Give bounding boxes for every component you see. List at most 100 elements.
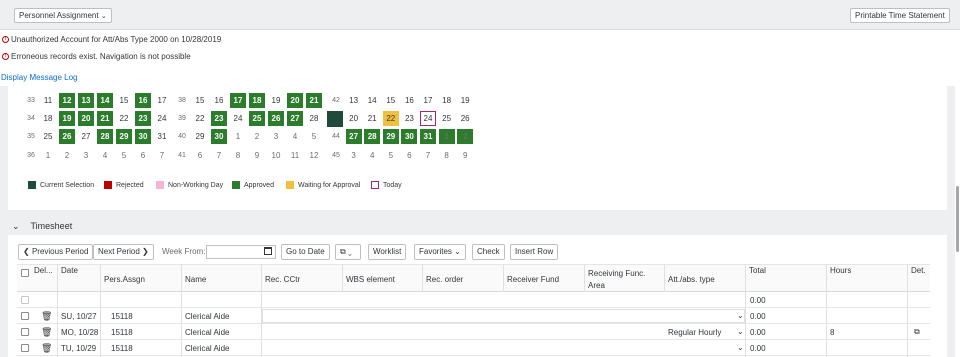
table-row[interactable]: 🗑 SU, 10/27 15118 Clerical Aide ⌄ 0.00 — [17, 308, 930, 324]
table-row[interactable]: 🗑 MO, 10/28 15118 Clerical Aide Regular … — [17, 324, 930, 340]
display-message-log-link[interactable]: Display Message Log — [1, 73, 77, 82]
row-att-type[interactable]: Regular Hourly — [668, 328, 721, 337]
calendar-day[interactable]: 15 — [383, 93, 399, 108]
calendar-day[interactable]: 1 — [40, 148, 56, 163]
calendar-day[interactable]: 30 — [211, 129, 227, 144]
previous-period-button[interactable]: ❮ Previous Period — [18, 244, 94, 260]
calendar-day[interactable]: 6 — [401, 148, 417, 163]
col-name[interactable]: Name — [185, 275, 206, 284]
calendar-day[interactable]: 3 — [346, 148, 362, 163]
calendar-day[interactable]: 14 — [364, 93, 380, 108]
calendar-day[interactable]: 22 — [116, 111, 132, 126]
calendar-icon[interactable] — [264, 247, 272, 255]
chevron-down-icon[interactable]: ⌄ — [737, 327, 744, 336]
calendar-day[interactable]: 4 — [97, 148, 113, 163]
calendar-day[interactable]: 2 — [59, 148, 75, 163]
favorites-button[interactable]: Favorites ⌄ — [414, 244, 466, 260]
col-rfa-line1[interactable]: Receiving Func. — [588, 269, 645, 278]
chevron-down-icon[interactable]: ⌄ — [12, 218, 22, 234]
calendar-day[interactable]: 6 — [135, 148, 151, 163]
calendar-day[interactable]: 27 — [287, 111, 303, 126]
calendar-day[interactable]: 11 — [40, 93, 56, 108]
detail-icon[interactable]: ⧉ — [914, 327, 920, 337]
calendar-day[interactable]: 18 — [40, 111, 56, 126]
calendar-day[interactable]: 30 — [401, 129, 418, 144]
calendar-day[interactable] — [327, 148, 343, 163]
col-receiver-fund[interactable]: Receiver Fund — [507, 275, 559, 284]
calendar-day[interactable] — [327, 129, 343, 144]
calendar-day[interactable]: 26 — [268, 111, 284, 126]
calendar-day[interactable]: 18 — [249, 93, 265, 108]
row-checkbox[interactable] — [21, 312, 29, 320]
calendar-day[interactable]: 24 — [420, 111, 436, 126]
calendar-day[interactable]: 17 — [230, 93, 246, 108]
col-hours[interactable]: Hours — [830, 266, 851, 275]
calendar-day[interactable]: 18 — [439, 93, 455, 108]
row-checkbox[interactable] — [21, 328, 29, 336]
calendar-day[interactable]: 13 — [346, 93, 362, 108]
calendar-day[interactable]: 24 — [154, 111, 170, 126]
col-pers-assgn[interactable]: Pers.Assgn — [104, 275, 145, 284]
col-rec-cctr[interactable]: Rec. CCtr — [265, 275, 300, 284]
trash-icon[interactable]: 🗑 — [41, 327, 52, 338]
calendar-day[interactable]: 5 — [116, 148, 132, 163]
calendar-day[interactable]: 16 — [401, 93, 417, 108]
calendar-day[interactable]: 27 — [78, 129, 94, 144]
calendar-day[interactable]: 22 — [192, 111, 208, 126]
calendar-day[interactable]: 15 — [116, 93, 132, 108]
calendar-day[interactable]: 2 — [249, 129, 265, 144]
calendar-day[interactable]: 6 — [192, 148, 208, 163]
calendar-day[interactable]: 17 — [420, 93, 436, 108]
select-all-checkbox[interactable] — [21, 269, 29, 277]
calendar-day[interactable]: 7 — [154, 148, 170, 163]
calendar-day[interactable]: 19 — [457, 93, 473, 108]
col-date[interactable]: Date — [61, 266, 78, 275]
timesheet-header[interactable]: ⌄ Timesheet — [8, 218, 947, 234]
calendar-day[interactable]: 7 — [211, 148, 227, 163]
calendar-day[interactable]: 31 — [154, 129, 170, 144]
calendar-day[interactable]: 31 — [420, 129, 436, 144]
calendar-day[interactable]: 29 — [116, 129, 132, 144]
col-wbs[interactable]: WBS element — [346, 275, 395, 284]
calendar-day[interactable]: 28 — [97, 129, 113, 144]
calendar-day[interactable]: 9 — [249, 148, 265, 163]
calendar-day[interactable]: 20 — [78, 111, 94, 126]
calendar-day[interactable]: 28 — [364, 129, 381, 144]
calendar-day[interactable]: 16 — [211, 93, 227, 108]
calendar-day[interactable]: 26 — [457, 111, 473, 126]
trash-icon[interactable]: 🗑 — [41, 343, 52, 354]
calendar-day[interactable]: 25 — [40, 129, 56, 144]
calendar-day[interactable]: 24 — [230, 111, 246, 126]
calendar-day[interactable]: 22 — [382, 111, 399, 126]
next-period-button[interactable]: Next Period ❯ — [93, 244, 154, 260]
calendar-day[interactable]: 21 — [97, 111, 113, 126]
calendar-day[interactable]: 21 — [364, 111, 380, 126]
calendar-day[interactable]: 3 — [78, 148, 94, 163]
col-total[interactable]: Total — [749, 266, 766, 275]
chevron-down-icon[interactable]: ⌄ — [737, 343, 744, 352]
copy-menu-button[interactable]: ⧉ ⌄ — [335, 244, 361, 260]
calendar-day[interactable]: 29 — [382, 129, 399, 144]
calendar-day[interactable]: 25 — [249, 111, 265, 126]
calendar-day[interactable]: 25 — [439, 111, 455, 126]
table-row[interactable]: 🗑 TU, 10/29 15118 Clerical Aide ⌄ 0.00 — [17, 340, 930, 356]
row-entry-input[interactable] — [262, 309, 745, 323]
calendar-day[interactable]: 1 — [230, 129, 246, 144]
calendar-day[interactable]: 5 — [306, 129, 322, 144]
go-to-date-button[interactable]: Go to Date — [281, 244, 330, 260]
calendar-day[interactable] — [327, 111, 343, 127]
calendar-day[interactable]: 8 — [230, 148, 246, 163]
calendar-day[interactable]: 15 — [192, 93, 208, 108]
calendar-day[interactable]: 10 — [268, 148, 284, 163]
row-checkbox[interactable] — [21, 344, 29, 352]
printable-time-statement-button[interactable]: Printable Time Statement — [850, 8, 950, 23]
calendar-day[interactable]: 14 — [97, 93, 113, 108]
trash-icon[interactable]: 🗑 — [41, 311, 52, 322]
calendar-day[interactable]: 30 — [135, 129, 151, 144]
calendar-day[interactable]: 20 — [346, 111, 362, 126]
insert-row-button[interactable]: Insert Row — [510, 244, 559, 260]
calendar-day[interactable]: 23 — [211, 111, 227, 126]
calendar-day[interactable]: 13 — [78, 93, 94, 108]
calendar-day[interactable]: 12 — [306, 148, 322, 163]
calendar-day[interactable]: 4 — [364, 148, 380, 163]
